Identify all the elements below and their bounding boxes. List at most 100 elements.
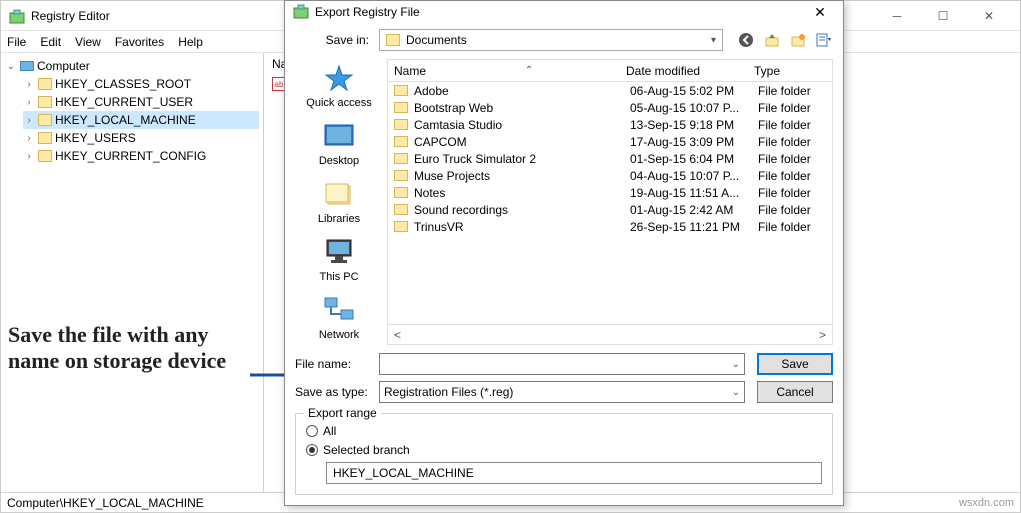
file-name-input[interactable]: ⌄ <box>379 353 745 375</box>
folder-icon <box>394 170 408 181</box>
regedit-icon <box>9 8 25 24</box>
menu-favorites[interactable]: Favorites <box>115 35 164 49</box>
folder-icon <box>394 119 408 130</box>
tree-root-label: Computer <box>37 59 90 73</box>
scroll-right-icon[interactable]: > <box>819 328 826 342</box>
file-row[interactable]: Muse Projects04-Aug-15 10:07 P...File fo… <box>388 167 832 184</box>
tree-pane[interactable]: ⌄ Computer ›HKEY_CLASSES_ROOT›HKEY_CURRE… <box>1 53 264 492</box>
file-row[interactable]: Adobe06-Aug-15 5:02 PMFile folder <box>388 82 832 99</box>
save-button[interactable]: Save <box>757 353 833 375</box>
file-row[interactable]: Sound recordings01-Aug-15 2:42 AMFile fo… <box>388 201 832 218</box>
tree-item[interactable]: › HKEY_LOCAL_MACHINE <box>23 111 259 129</box>
folder-icon <box>386 34 400 46</box>
branch-input[interactable]: HKEY_LOCAL_MACHINE <box>326 462 822 484</box>
place-network[interactable]: Network <box>299 291 379 345</box>
folder-icon <box>38 96 52 108</box>
view-menu-icon[interactable] <box>815 31 833 49</box>
maximize-button[interactable]: ☐ <box>920 1 966 31</box>
tree-item-label: HKEY_USERS <box>55 131 136 145</box>
regedit-icon <box>293 3 309 22</box>
tree-item-label: HKEY_CURRENT_USER <box>55 95 193 109</box>
expand-icon[interactable]: › <box>23 79 35 90</box>
folder-icon <box>38 132 52 144</box>
file-date: 13-Sep-15 9:18 PM <box>630 118 758 132</box>
file-row[interactable]: Bootstrap Web05-Aug-15 10:07 P...File fo… <box>388 99 832 116</box>
folder-icon <box>394 136 408 147</box>
tree-item[interactable]: › HKEY_USERS <box>23 129 259 147</box>
file-name: Euro Truck Simulator 2 <box>414 152 536 166</box>
file-date: 01-Sep-15 6:04 PM <box>630 152 758 166</box>
file-type: File folder <box>758 118 832 132</box>
scroll-left-icon[interactable]: < <box>394 328 401 342</box>
tree-item-label: HKEY_LOCAL_MACHINE <box>55 113 196 127</box>
cancel-button[interactable]: Cancel <box>757 381 833 403</box>
radio-selected-branch[interactable]: Selected branch <box>306 443 822 457</box>
quick-access-icon <box>321 63 357 93</box>
close-button[interactable]: ✕ <box>966 1 1012 31</box>
file-list-scrollbar[interactable]: < > <box>388 324 832 344</box>
minimize-button[interactable]: ─ <box>874 1 920 31</box>
file-type: File folder <box>758 203 832 217</box>
file-list[interactable]: Name⌃ Date modified Type Adobe06-Aug-15 … <box>387 59 833 345</box>
file-row[interactable]: CAPCOM17-Aug-15 3:09 PMFile folder <box>388 133 832 150</box>
tree-root[interactable]: ⌄ Computer <box>5 57 259 75</box>
file-row[interactable]: Notes19-Aug-15 11:51 A...File folder <box>388 184 832 201</box>
places-bar: Quick access Desktop Libraries This PC N… <box>295 59 383 345</box>
header-type[interactable]: Type <box>754 64 828 78</box>
tree-item[interactable]: ›HKEY_CLASSES_ROOT <box>23 75 259 93</box>
up-folder-icon[interactable] <box>763 31 781 49</box>
file-row[interactable]: Euro Truck Simulator 201-Sep-15 6:04 PMF… <box>388 150 832 167</box>
menu-help[interactable]: Help <box>178 35 203 49</box>
collapse-icon[interactable]: ⌄ <box>5 61 17 72</box>
menu-file[interactable]: File <box>7 35 26 49</box>
menu-edit[interactable]: Edit <box>40 35 61 49</box>
radio-checked-icon <box>306 444 318 456</box>
expand-icon[interactable]: › <box>23 133 35 144</box>
radio-all[interactable]: All <box>306 424 822 438</box>
dialog-close-button[interactable]: ✕ <box>805 4 835 21</box>
export-range-legend: Export range <box>304 406 381 420</box>
place-libraries[interactable]: Libraries <box>299 175 379 229</box>
expand-icon[interactable]: › <box>23 97 35 108</box>
folder-icon <box>38 150 52 162</box>
watermark: wsxdn.com <box>959 497 1014 509</box>
file-type: File folder <box>758 135 832 149</box>
file-date: 01-Aug-15 2:42 AM <box>630 203 758 217</box>
export-dialog: Export Registry File ✕ Save in: Document… <box>284 0 844 506</box>
file-date: 05-Aug-15 10:07 P... <box>630 101 758 115</box>
file-row[interactable]: Camtasia Studio13-Sep-15 9:18 PMFile fol… <box>388 116 832 133</box>
new-folder-icon[interactable] <box>789 31 807 49</box>
file-name: Muse Projects <box>414 169 490 183</box>
expand-icon[interactable]: › <box>23 115 35 126</box>
save-type-select[interactable]: Registration Files (*.reg) ⌄ <box>379 381 745 403</box>
expand-icon[interactable]: › <box>23 151 35 162</box>
file-row[interactable]: TrinusVR26-Sep-15 11:21 PMFile folder <box>388 218 832 235</box>
header-date[interactable]: Date modified <box>626 64 754 78</box>
file-name-label: File name: <box>295 357 379 371</box>
place-desktop[interactable]: Desktop <box>299 117 379 171</box>
chevron-down-icon[interactable]: ⌄ <box>732 387 740 398</box>
back-icon[interactable] <box>737 31 755 49</box>
libraries-icon <box>321 179 357 209</box>
annotation-text: Save the file with any name on storage d… <box>8 322 258 374</box>
file-date: 06-Aug-15 5:02 PM <box>630 84 758 98</box>
place-this-pc[interactable]: This PC <box>299 233 379 287</box>
computer-icon <box>20 61 34 71</box>
folder-icon <box>394 102 408 113</box>
header-name[interactable]: Name <box>394 64 426 78</box>
folder-icon <box>394 204 408 215</box>
status-path: Computer\HKEY_LOCAL_MACHINE <box>7 496 204 510</box>
tree-item[interactable]: › HKEY_CURRENT_CONFIG <box>23 147 259 165</box>
menu-view[interactable]: View <box>75 35 101 49</box>
file-type: File folder <box>758 169 832 183</box>
chevron-down-icon[interactable]: ⌄ <box>732 359 740 370</box>
folder-icon <box>38 78 52 90</box>
tree-item[interactable]: › HKEY_CURRENT_USER <box>23 93 259 111</box>
folder-icon <box>38 114 52 126</box>
file-list-header[interactable]: Name⌃ Date modified Type <box>388 60 832 82</box>
place-quick-access[interactable]: Quick access <box>299 59 379 113</box>
tree-item-label: HKEY_CURRENT_CONFIG <box>55 149 206 163</box>
save-in-select[interactable]: Documents ▾ <box>379 29 723 51</box>
export-range-group: Export range All Selected branch HKEY_LO… <box>295 413 833 495</box>
dialog-title: Export Registry File <box>309 5 805 19</box>
